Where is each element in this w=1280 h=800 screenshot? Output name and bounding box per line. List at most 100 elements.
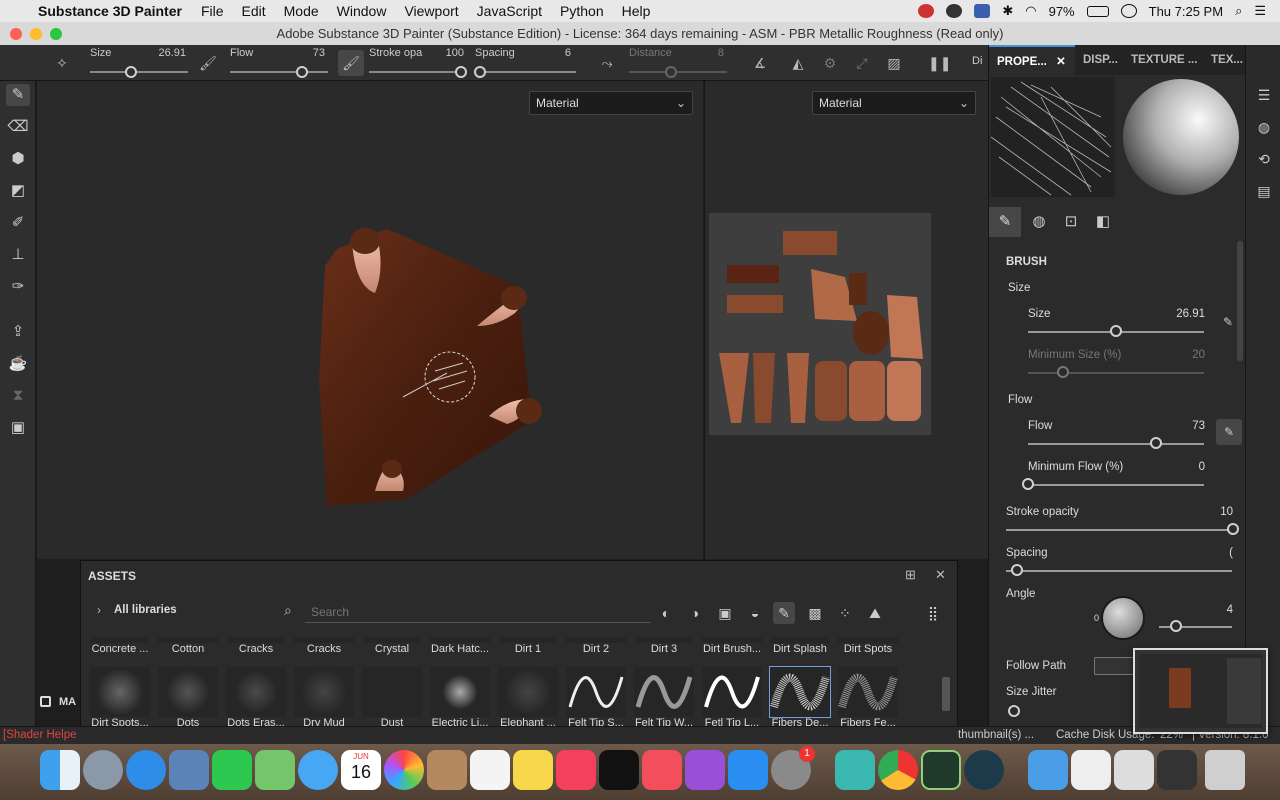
toolbar-flow-knob[interactable]: [295, 66, 308, 78]
stool-model[interactable]: [37, 81, 703, 559]
brush-tab-icon[interactable]: ✎: [989, 207, 1021, 237]
geometry-mask-icon[interactable]: ◩: [6, 180, 30, 202]
asset-tile[interactable]: Cotton: [155, 637, 221, 655]
export-icon[interactable]: ⇪: [6, 321, 30, 343]
system-preferences-icon[interactable]: 1: [771, 746, 815, 790]
spacing-value[interactable]: (: [1193, 547, 1233, 559]
calendar-icon[interactable]: JUN 16: [341, 750, 381, 790]
eraser-icon[interactable]: ⌫: [6, 116, 30, 138]
toolbar-stroke-knob[interactable]: [455, 66, 467, 78]
asset-tile[interactable]: Dirt 3: [631, 637, 697, 655]
viewport-2d[interactable]: Material ⌄: [704, 81, 988, 559]
bake-icon[interactable]: ☕: [6, 353, 30, 375]
size-pressure-icon[interactable]: ✎: [1223, 315, 1233, 329]
size-knob[interactable]: [1110, 325, 1122, 337]
stroke-opacity-value[interactable]: 10: [1193, 506, 1233, 518]
screenshot-thumb-icon[interactable]: [1071, 750, 1111, 790]
facetime-icon[interactable]: [212, 750, 252, 790]
reminders-icon[interactable]: [470, 750, 510, 790]
news-icon[interactable]: [642, 750, 682, 790]
media-icon[interactable]: [946, 4, 963, 18]
battery-label[interactable]: 97%: [1049, 4, 1075, 19]
menu-help[interactable]: Help: [613, 3, 660, 19]
grid-view-icon[interactable]: ⣿: [922, 602, 944, 624]
material-sphere-preview[interactable]: [1119, 77, 1243, 197]
launchpad-icon[interactable]: [83, 750, 123, 790]
log-icon[interactable]: ▤: [1254, 181, 1274, 201]
close-icon[interactable]: ✕: [935, 567, 946, 583]
app-menu[interactable]: Substance 3D Painter: [34, 3, 192, 19]
smart-masks-filter-icon[interactable]: ▣: [714, 602, 736, 624]
asset-tile[interactable]: Electric Li...: [427, 667, 493, 729]
substance-painter-icon[interactable]: [921, 750, 961, 790]
assets-scrollbar[interactable]: [942, 677, 950, 711]
hourglass-icon[interactable]: ⧗: [6, 385, 30, 407]
textures-filter-icon[interactable]: ▩: [804, 602, 826, 624]
tab-properties[interactable]: PROPE... ✕: [989, 45, 1075, 75]
podcasts-icon[interactable]: [685, 750, 725, 790]
flow-pressure-icon[interactable]: 🖌: [338, 50, 364, 76]
min-flow-slider[interactable]: [1028, 484, 1204, 486]
asset-tile[interactable]: Cracks: [291, 637, 357, 655]
asset-tile[interactable]: Dirt Spots...: [87, 667, 153, 729]
min-flow-knob[interactable]: [1022, 478, 1034, 490]
toolbar-flow-value[interactable]: 73: [295, 47, 325, 59]
history-icon[interactable]: ⟲: [1254, 149, 1274, 169]
asset-tile-selected[interactable]: Fibers De...: [767, 666, 833, 729]
menu-javascript[interactable]: JavaScript: [468, 3, 551, 19]
asset-tile[interactable]: Felt Tip W...: [631, 667, 697, 729]
materials-filter-icon[interactable]: ◐: [655, 602, 677, 624]
screenshot-preview[interactable]: [1133, 648, 1268, 734]
asset-tile[interactable]: Elephant ...: [495, 667, 561, 729]
stencil-tab-icon[interactable]: ◧: [1089, 207, 1117, 237]
toolbar-spacing-value[interactable]: 6: [541, 47, 571, 59]
mask-icon[interactable]: ▨: [884, 53, 904, 73]
angle-knob[interactable]: [1170, 620, 1182, 632]
stroke-opacity-slider[interactable]: [1006, 529, 1232, 531]
flag-icon[interactable]: [974, 4, 991, 18]
toolbar-stroke-slider[interactable]: [369, 71, 461, 73]
brushes-filter-icon[interactable]: ✎: [773, 602, 795, 624]
pause-icon[interactable]: ❚❚: [928, 53, 951, 73]
projection-icon[interactable]: ⬢: [6, 148, 30, 170]
flow-value[interactable]: 73: [1165, 420, 1205, 432]
symmetry-icon[interactable]: ◭: [788, 53, 808, 73]
asset-tile[interactable]: Felt Tip S...: [563, 667, 629, 729]
screenshot-thumb-icon[interactable]: [1157, 750, 1197, 790]
asset-tile[interactable]: Dust: [359, 667, 425, 729]
asset-tile[interactable]: Dots: [155, 667, 221, 729]
screenshot-thumb-icon[interactable]: [1114, 750, 1154, 790]
toolbar-spacing-knob[interactable]: [473, 66, 486, 78]
chrome-icon[interactable]: [878, 750, 918, 790]
substance-mixer-icon[interactable]: [835, 750, 875, 790]
alpha-tab-icon[interactable]: ⊡: [1057, 207, 1085, 237]
clock[interactable]: Thu 7:25 PM: [1149, 4, 1223, 19]
spacing-knob[interactable]: [1011, 564, 1023, 576]
user-icon[interactable]: [1120, 4, 1137, 18]
flow-pressure-icon[interactable]: ✎: [1216, 419, 1242, 445]
toolbar-size-value[interactable]: 26.91: [156, 47, 186, 59]
asset-tile[interactable]: Dirt Splash: [767, 637, 833, 655]
creative-cloud-icon[interactable]: [918, 4, 935, 18]
color-picker-icon[interactable]: ✑: [6, 276, 30, 298]
brush-alpha-preview[interactable]: [991, 77, 1115, 197]
min-flow-value[interactable]: 0: [1165, 461, 1205, 473]
toolbar-stroke-value[interactable]: 100: [434, 47, 464, 59]
menu-viewport[interactable]: Viewport: [395, 3, 467, 19]
uv-texture-sheet[interactable]: [705, 81, 989, 559]
control-center-icon[interactable]: ☰: [1254, 3, 1266, 19]
flow-slider[interactable]: [1028, 443, 1204, 445]
wifi-icon[interactable]: ◠: [1025, 3, 1036, 19]
chevron-right-icon[interactable]: ›: [97, 603, 101, 617]
toolbar-flow-slider[interactable]: [230, 71, 328, 73]
asset-tile[interactable]: Dirt 2: [563, 637, 629, 655]
clone-stamp-icon[interactable]: ⊥: [6, 244, 30, 266]
app-store-icon[interactable]: [728, 750, 768, 790]
flow-knob[interactable]: [1150, 437, 1163, 449]
menu-mode[interactable]: Mode: [275, 3, 328, 19]
close-window-button[interactable]: [10, 28, 22, 40]
menu-edit[interactable]: Edit: [233, 3, 275, 19]
asset-tile[interactable]: Dirt 1: [495, 637, 561, 655]
physics-icon[interactable]: ⚙: [820, 53, 840, 73]
render-icon[interactable]: ▣: [6, 417, 30, 439]
